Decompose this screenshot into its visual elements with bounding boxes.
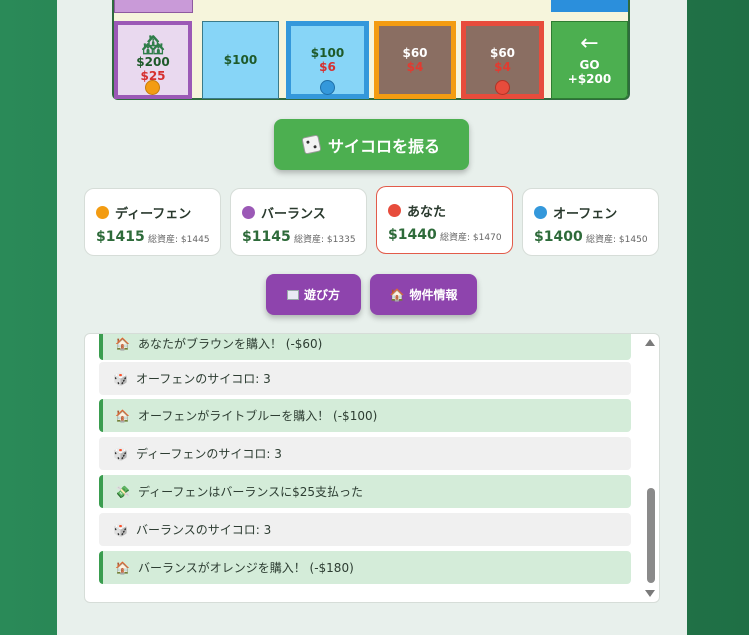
player-net-worth: 総資産: $1450 bbox=[586, 235, 648, 245]
dice-icon: 🎲 bbox=[113, 371, 128, 386]
cell-rent: $4 bbox=[494, 60, 511, 74]
board-cell-lightblue-1[interactable]: $100 bbox=[202, 21, 279, 99]
log-entry: 🎲 ディーフェンのサイコロ: 3 bbox=[99, 437, 631, 470]
player-token-red bbox=[495, 80, 510, 95]
player-name: ディーフェン bbox=[115, 207, 192, 222]
player-card-difen: ディーフェン $1415 総資産: $1445 bbox=[84, 188, 221, 256]
player-color-dot bbox=[534, 206, 547, 219]
log-scrollbar[interactable] bbox=[642, 334, 659, 602]
how-to-play-button[interactable]: 遊び方 bbox=[266, 274, 361, 315]
board-cell-blue-top bbox=[551, 0, 628, 12]
scroll-thumb[interactable] bbox=[647, 488, 655, 583]
log-entry: 💸 ディーフェンはバーランスに$25支払った bbox=[99, 475, 631, 508]
cell-price: $60 bbox=[489, 46, 516, 60]
how-to-play-label: 遊び方 bbox=[303, 288, 340, 302]
player-cash: $1400 bbox=[534, 229, 583, 245]
log-text: バーランスのサイコロ: 3 bbox=[135, 523, 272, 537]
go-label: GO bbox=[579, 58, 600, 72]
house-icon: 🏘 bbox=[141, 35, 165, 56]
roll-dice-button[interactable]: サイコロを振る bbox=[274, 119, 469, 170]
house-icon: 🏠 bbox=[115, 336, 130, 351]
cell-price: $200 bbox=[136, 55, 170, 69]
player-name: あなた bbox=[407, 205, 447, 220]
board-cell-brown-1[interactable]: $60 $4 bbox=[374, 21, 456, 99]
house-icon: 🏠 bbox=[115, 408, 130, 423]
cell-price: $100 bbox=[223, 53, 258, 67]
log-text: オーフェンのサイコロ: 3 bbox=[135, 372, 271, 386]
player-name: バーランス bbox=[261, 207, 326, 222]
player-token-blue bbox=[320, 80, 335, 95]
player-name-row: バーランス bbox=[242, 203, 326, 222]
log-entry: 🏠 バーランスがオレンジを購入！ (-$180) bbox=[99, 551, 631, 584]
property-info-button[interactable]: 🏠 物件情報 bbox=[370, 274, 477, 315]
go-bonus: +$200 bbox=[567, 72, 612, 86]
arrow-left-icon: ← bbox=[580, 31, 599, 56]
cell-rent: $6 bbox=[319, 60, 336, 74]
player-net-worth: 総資産: $1445 bbox=[148, 235, 210, 245]
house-icon: 🏠 bbox=[389, 287, 405, 302]
cell-price: $100 bbox=[310, 46, 345, 60]
log-text: ディーフェンはバーランスに$25支払った bbox=[137, 485, 364, 499]
scroll-down-arrow-icon[interactable] bbox=[645, 590, 655, 597]
log-entry: 🏠 オーフェンがライトブルーを購入！ (-$100) bbox=[99, 399, 631, 432]
player-name-row: あなた bbox=[388, 201, 446, 220]
player-cash: $1145 bbox=[242, 229, 291, 245]
board-cell-purple-top bbox=[114, 0, 193, 13]
log-text: バーランスがオレンジを購入！ (-$180) bbox=[137, 561, 354, 575]
dice-icon: 🎲 bbox=[113, 446, 128, 461]
player-net-worth: 総資産: $1470 bbox=[440, 233, 502, 243]
dice-icon bbox=[301, 134, 322, 155]
log-text: オーフェンがライトブルーを購入！ (-$100) bbox=[137, 409, 378, 423]
player-color-dot bbox=[96, 206, 109, 219]
money-icon: 💸 bbox=[115, 484, 130, 499]
log-text: ディーフェンのサイコロ: 3 bbox=[135, 447, 282, 461]
game-log[interactable]: 🏠 あなたがブラウンを購入！ (-$60) 🎲 オーフェンのサイコロ: 3 🏠 オーフ… bbox=[84, 333, 660, 603]
player-color-dot bbox=[388, 204, 401, 217]
board-cell-go[interactable]: ← GO +$200 bbox=[551, 21, 628, 99]
log-entry: 🎲 バーランスのサイコロ: 3 bbox=[99, 513, 631, 546]
player-net-worth: 総資産: $1335 bbox=[294, 235, 356, 245]
cell-rent: $4 bbox=[406, 60, 424, 74]
log-entry: 🎲 オーフェンのサイコロ: 3 bbox=[99, 362, 631, 395]
log-text: あなたがブラウンを購入！ (-$60) bbox=[137, 337, 323, 351]
player-card-orfen: オーフェン $1400 総資産: $1450 bbox=[522, 188, 659, 256]
player-name: オーフェン bbox=[553, 207, 618, 222]
log-entry: 🏠 あなたがブラウンを購入！ (-$60) bbox=[99, 334, 631, 360]
scroll-up-arrow-icon[interactable] bbox=[645, 339, 655, 346]
property-info-label: 物件情報 bbox=[409, 288, 458, 302]
cell-price: $60 bbox=[402, 46, 428, 60]
roll-dice-label: サイコロを振る bbox=[327, 136, 440, 156]
player-card-you: あなた $1440 総資産: $1470 bbox=[376, 186, 513, 254]
player-cash: $1415 bbox=[96, 229, 145, 245]
player-cash: $1440 bbox=[388, 227, 437, 243]
player-color-dot bbox=[242, 206, 255, 219]
dice-icon: 🎲 bbox=[113, 522, 128, 537]
house-icon: 🏠 bbox=[115, 560, 130, 575]
book-icon bbox=[286, 289, 299, 300]
player-token-orange bbox=[145, 80, 160, 95]
player-card-barance: バーランス $1145 総資産: $1335 bbox=[230, 188, 367, 256]
player-name-row: ディーフェン bbox=[96, 203, 191, 222]
player-name-row: オーフェン bbox=[534, 203, 617, 222]
